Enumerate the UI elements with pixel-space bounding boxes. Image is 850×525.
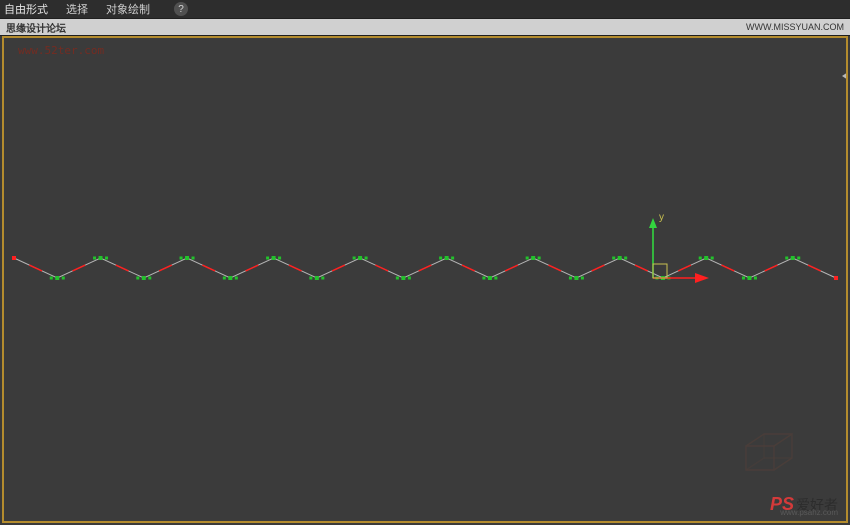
- help-icon[interactable]: ?: [174, 2, 188, 16]
- vertex-handle[interactable]: [396, 277, 399, 280]
- vertex-handle[interactable]: [785, 257, 788, 260]
- menu-item-freeform[interactable]: 自由形式: [4, 1, 48, 17]
- tangent-handle[interactable]: [765, 265, 778, 271]
- tangent-handle[interactable]: [375, 265, 388, 271]
- viewcube-ghost: [734, 426, 804, 487]
- vertex-handle[interactable]: [482, 277, 485, 280]
- viewport-canvas[interactable]: y: [4, 38, 846, 521]
- vertex-handle[interactable]: [309, 277, 312, 280]
- spline-vertex[interactable]: [531, 256, 535, 260]
- vertex-handle[interactable]: [365, 257, 368, 260]
- vertex-handle[interactable]: [192, 257, 195, 260]
- spline-vertex[interactable]: [142, 276, 146, 280]
- tangent-handle[interactable]: [73, 265, 86, 271]
- vertex-handle[interactable]: [451, 257, 454, 260]
- vertex-handle[interactable]: [494, 277, 497, 280]
- spline-vertex[interactable]: [185, 256, 189, 260]
- vertex-handle[interactable]: [136, 277, 139, 280]
- menu-item-objdraw[interactable]: 对象绘制: [106, 1, 150, 17]
- vertex-handle[interactable]: [408, 277, 411, 280]
- vertex-handle[interactable]: [321, 277, 324, 280]
- watermark: PS 爱好者 www.psahz.com: [770, 494, 838, 515]
- gizmo-x-arrow[interactable]: [695, 273, 709, 283]
- vertex-handle[interactable]: [538, 257, 541, 260]
- spline-vertex[interactable]: [445, 256, 449, 260]
- vertex-handle[interactable]: [711, 257, 714, 260]
- vertex-handle[interactable]: [180, 257, 183, 260]
- tangent-handle[interactable]: [678, 265, 691, 271]
- vertex-handle[interactable]: [581, 277, 584, 280]
- source-title-left: 思缘设计论坛: [6, 20, 66, 35]
- tangent-handle[interactable]: [462, 265, 475, 271]
- vertex-handle[interactable]: [62, 277, 65, 280]
- spline-vertex[interactable]: [791, 256, 795, 260]
- gizmo-plane-handle[interactable]: [653, 264, 667, 278]
- spline-vertex[interactable]: [488, 276, 492, 280]
- tangent-handle[interactable]: [159, 265, 172, 271]
- panel-collapse-icon[interactable]: [842, 72, 846, 80]
- tangent-handle[interactable]: [116, 265, 129, 271]
- vertex-handle[interactable]: [612, 257, 615, 260]
- spline-endpoint[interactable]: [834, 276, 838, 280]
- source-title-bar: 思缘设计论坛 WWW.MISSYUAN.COM: [0, 19, 850, 36]
- vertex-handle[interactable]: [439, 257, 442, 260]
- spline-vertex[interactable]: [358, 256, 362, 260]
- tangent-handle[interactable]: [505, 265, 518, 271]
- spline-vertex[interactable]: [747, 276, 751, 280]
- spline-vertex[interactable]: [574, 276, 578, 280]
- tangent-handle[interactable]: [419, 265, 432, 271]
- spline-vertex[interactable]: [315, 276, 319, 280]
- spline-vertex[interactable]: [272, 256, 276, 260]
- vertex-handle[interactable]: [50, 277, 53, 280]
- vertex-handle[interactable]: [526, 257, 529, 260]
- tangent-handle[interactable]: [721, 265, 734, 271]
- viewport[interactable]: www.52ter.com y PS 爱好者 www.psahz.com: [2, 36, 848, 523]
- tangent-handle[interactable]: [332, 265, 345, 271]
- spline-vertex[interactable]: [401, 276, 405, 280]
- vertex-handle[interactable]: [699, 257, 702, 260]
- vertex-handle[interactable]: [105, 257, 108, 260]
- spline-vertex[interactable]: [99, 256, 103, 260]
- tangent-handle[interactable]: [808, 265, 821, 271]
- vertex-handle[interactable]: [266, 257, 269, 260]
- spline-vertex[interactable]: [704, 256, 708, 260]
- spline-vertex[interactable]: [228, 276, 232, 280]
- spline-endpoint[interactable]: [12, 256, 16, 260]
- menu-item-select[interactable]: 选择: [66, 1, 88, 17]
- vertex-handle[interactable]: [223, 277, 226, 280]
- tangent-handle[interactable]: [246, 265, 259, 271]
- spline-vertex[interactable]: [55, 276, 59, 280]
- spline-vertex[interactable]: [618, 256, 622, 260]
- vertex-handle[interactable]: [148, 277, 151, 280]
- watermark-url: www.psahz.com: [780, 508, 838, 517]
- tangent-handle[interactable]: [548, 265, 561, 271]
- gizmo-y-arrow[interactable]: [649, 218, 657, 228]
- tangent-handle[interactable]: [635, 265, 648, 271]
- vertex-handle[interactable]: [742, 277, 745, 280]
- vertex-handle[interactable]: [93, 257, 96, 260]
- menu-bar: 自由形式 选择 对象绘制 ?: [0, 0, 850, 19]
- tangent-handle[interactable]: [289, 265, 302, 271]
- axis-y-label: y: [659, 212, 664, 223]
- vertex-handle[interactable]: [235, 277, 238, 280]
- vertex-handle[interactable]: [278, 257, 281, 260]
- vertex-handle[interactable]: [569, 277, 572, 280]
- tangent-handle[interactable]: [592, 265, 605, 271]
- vertex-handle[interactable]: [797, 257, 800, 260]
- tangent-handle[interactable]: [202, 265, 215, 271]
- vertex-handle[interactable]: [624, 257, 627, 260]
- tangent-handle[interactable]: [29, 265, 42, 271]
- vertex-handle[interactable]: [754, 277, 757, 280]
- vertex-handle[interactable]: [353, 257, 356, 260]
- source-title-right: WWW.MISSYUAN.COM: [746, 22, 850, 32]
